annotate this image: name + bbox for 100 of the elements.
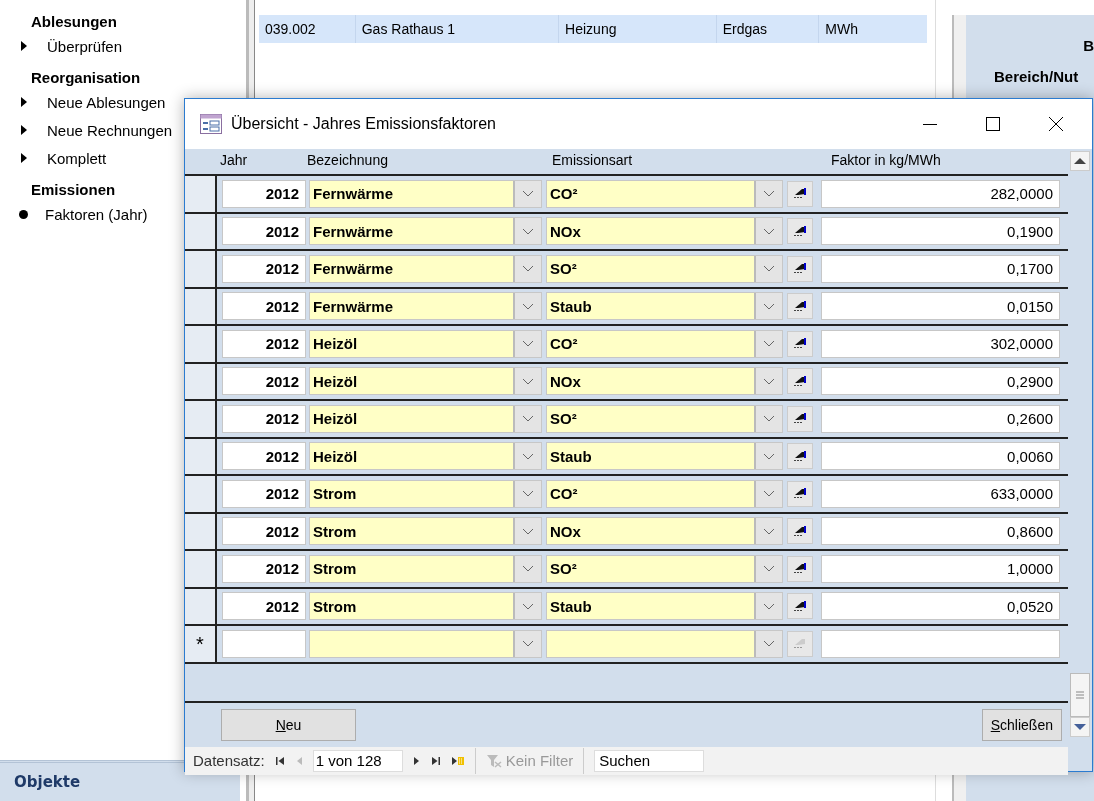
type-dropdown[interactable]: SO²	[546, 404, 783, 433]
scroll-down-icon[interactable]	[1070, 716, 1090, 737]
factor-field[interactable]: 1,0000	[821, 554, 1060, 583]
row-selector[interactable]	[185, 438, 217, 474]
factor-field[interactable]: 0,1900	[821, 217, 1060, 246]
row-selector[interactable]	[185, 251, 217, 287]
type-dropdown[interactable]: Staub	[546, 592, 783, 621]
year-field[interactable]: 2012	[222, 442, 306, 471]
edit-list-button[interactable]	[787, 368, 813, 395]
new-button[interactable]: Neu	[221, 708, 356, 741]
type-dropdown[interactable]: SO²	[546, 554, 783, 583]
triangle-icon	[21, 153, 27, 163]
type-dropdown[interactable]: SO²	[546, 254, 783, 283]
year-field[interactable]: 2012	[222, 554, 306, 583]
name-dropdown[interactable]: Fernwärme	[309, 292, 542, 321]
factor-field[interactable]: 633,0000	[821, 479, 1060, 508]
year-field[interactable]: 2012	[222, 292, 306, 321]
name-dropdown[interactable]: Strom	[309, 554, 542, 583]
year-field[interactable]: 2012	[222, 179, 306, 208]
edit-list-button[interactable]	[787, 405, 813, 432]
factor-field[interactable]: 0,2900	[821, 367, 1060, 396]
year-field[interactable]: 2012	[222, 367, 306, 396]
type-dropdown[interactable]: CO²	[546, 179, 783, 208]
factor-field[interactable]: 282,0000	[821, 179, 1060, 208]
year-field[interactable]: 2012	[222, 329, 306, 358]
row-selector[interactable]	[185, 363, 217, 399]
nav-item[interactable]: Neue Rechnungen	[47, 121, 173, 139]
scroll-thumb[interactable]	[1070, 672, 1090, 717]
factor-field[interactable]: 0,0060	[821, 442, 1060, 471]
nav-footer-title[interactable]: Objekte	[14, 773, 81, 791]
type-dropdown[interactable]: CO²	[546, 479, 783, 508]
type-dropdown[interactable]: CO²	[546, 329, 783, 358]
factor-field[interactable]: 0,1700	[821, 254, 1060, 283]
close-icon[interactable]	[1048, 116, 1064, 132]
row-selector[interactable]	[185, 588, 217, 624]
factor-field[interactable]: 302,0000	[821, 329, 1060, 358]
factor-field[interactable]: 0,2600	[821, 404, 1060, 433]
edit-list-button[interactable]	[787, 180, 813, 207]
name-dropdown[interactable]: Heizöl	[309, 367, 542, 396]
nav-item[interactable]: Faktoren (Jahr)	[45, 205, 148, 223]
row-selector[interactable]	[185, 176, 217, 212]
edit-list-icon	[793, 637, 807, 651]
year-field[interactable]: 2012	[222, 254, 306, 283]
type-dropdown[interactable]: NOx	[546, 517, 783, 546]
list-row[interactable]: 039.002 Gas Rathaus 1 Heizung Erdgas MWh	[259, 15, 927, 43]
year-field[interactable]: 2012	[222, 592, 306, 621]
edit-list-button[interactable]	[787, 443, 813, 470]
name-dropdown[interactable]: Strom	[309, 517, 542, 546]
close-button[interactable]: Schließen	[981, 708, 1062, 741]
edit-list-button[interactable]	[787, 255, 813, 282]
name-dropdown[interactable]: Fernwärme	[309, 179, 542, 208]
name-dropdown[interactable]: Heizöl	[309, 404, 542, 433]
row-selector[interactable]	[185, 401, 217, 437]
row-selector[interactable]	[185, 326, 217, 362]
factor-field[interactable]	[821, 629, 1060, 658]
year-field[interactable]: 2012	[222, 479, 306, 508]
year-field[interactable]	[222, 629, 306, 658]
nav-item[interactable]: Komplett	[47, 149, 107, 167]
next-record-icon[interactable]	[412, 755, 421, 766]
last-record-icon[interactable]	[430, 755, 441, 766]
scroll-up-icon[interactable]	[1070, 151, 1090, 171]
type-dropdown[interactable]: NOx	[546, 217, 783, 246]
maximize-icon[interactable]	[985, 116, 1001, 132]
edit-list-button[interactable]	[787, 293, 813, 320]
type-dropdown[interactable]: NOx	[546, 367, 783, 396]
name-dropdown[interactable]: Heizöl	[309, 329, 542, 358]
row-selector[interactable]	[185, 551, 217, 587]
edit-list-icon	[793, 337, 807, 351]
name-dropdown[interactable]: Fernwärme	[309, 254, 542, 283]
edit-list-button[interactable]	[787, 518, 813, 545]
edit-list-button[interactable]	[787, 593, 813, 620]
edit-list-button[interactable]	[787, 218, 813, 245]
edit-list-button[interactable]	[787, 480, 813, 507]
chevron-down-icon	[522, 227, 534, 235]
type-dropdown[interactable]: Staub	[546, 442, 783, 471]
row-selector[interactable]	[185, 476, 217, 512]
nav-item[interactable]: Neue Ablesungen	[47, 93, 166, 111]
chevron-down-icon	[763, 527, 775, 535]
first-record-icon[interactable]	[274, 755, 285, 766]
factor-field[interactable]: 0,0520	[821, 592, 1060, 621]
name-dropdown[interactable]: Strom	[309, 479, 542, 508]
edit-list-icon	[793, 187, 807, 201]
edit-list-button[interactable]	[787, 555, 813, 582]
name-dropdown[interactable]: Fernwärme	[309, 217, 542, 246]
type-dropdown[interactable]: Staub	[546, 292, 783, 321]
record-position-field[interactable]: 1 von 128	[312, 749, 403, 772]
row-selector[interactable]	[185, 213, 217, 249]
factor-field[interactable]: 0,0150	[821, 292, 1060, 321]
row-selector[interactable]	[185, 513, 217, 549]
search-field[interactable]: Suchen	[594, 749, 705, 772]
nav-item[interactable]: Überprüfen	[47, 37, 123, 55]
name-dropdown[interactable]: Heizöl	[309, 442, 542, 471]
factor-field[interactable]: 0,8600	[821, 517, 1060, 546]
new-record-icon[interactable]	[450, 755, 465, 766]
name-dropdown[interactable]: Strom	[309, 592, 542, 621]
row-selector[interactable]	[185, 288, 217, 324]
year-field[interactable]: 2012	[222, 217, 306, 246]
year-field[interactable]: 2012	[222, 404, 306, 433]
year-field[interactable]: 2012	[222, 517, 306, 546]
edit-list-button[interactable]	[787, 330, 813, 357]
